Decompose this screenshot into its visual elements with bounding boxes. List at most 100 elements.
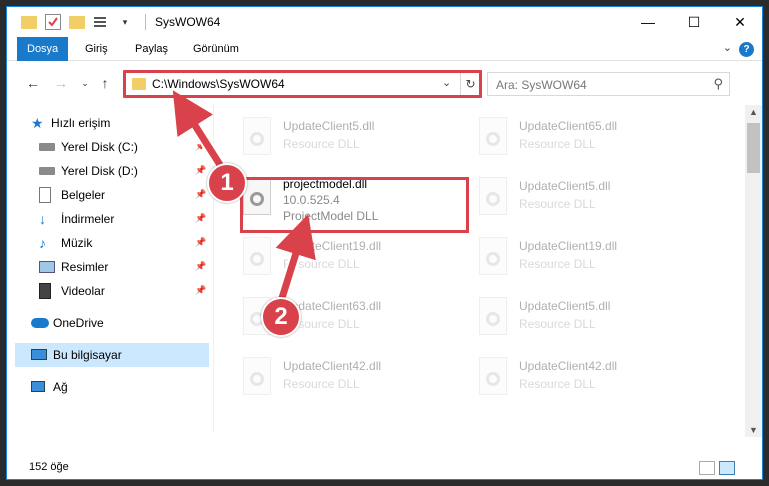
dll-file-icon xyxy=(243,237,271,275)
file-name: UpdateClient19.dll xyxy=(283,239,382,253)
sidebar-item-music[interactable]: ♪ Müzik 📌 xyxy=(7,231,209,255)
sidebar-item-this-pc[interactable]: Bu bilgisayar xyxy=(15,343,209,367)
pin-icon: 📌 xyxy=(195,213,207,223)
window-title: SysWOW64 xyxy=(155,15,221,29)
folder-icon xyxy=(21,16,37,29)
file-description: Resource DLL xyxy=(519,257,596,271)
dll-file-icon xyxy=(243,117,271,155)
tab-share[interactable]: Paylaş xyxy=(125,37,178,61)
file-name: UpdateClient42.dll xyxy=(519,359,618,373)
ribbon-expand-icon[interactable]: ⌄ xyxy=(723,41,732,54)
sidebar-item-pictures[interactable]: Resimler 📌 xyxy=(7,255,209,279)
navigation-pane: ★ Hızlı erişim Yerel Disk (C:) 📌 Yerel D… xyxy=(7,107,213,437)
scroll-up-icon[interactable]: ▲ xyxy=(749,107,758,117)
dll-file-icon xyxy=(479,177,507,215)
pictures-icon xyxy=(39,261,55,273)
tab-home[interactable]: Giriş xyxy=(75,37,118,61)
minimize-button[interactable]: — xyxy=(625,7,671,37)
file-item[interactable]: UpdateClient42.dll Resource DLL xyxy=(455,351,680,405)
close-button[interactable]: ✕ xyxy=(717,7,762,37)
status-bar: 152 öğe xyxy=(7,457,762,479)
item-count: 152 öğe xyxy=(29,461,69,473)
music-icon: ♪ xyxy=(39,235,46,251)
file-item[interactable]: UpdateClient63.dll Resource DLL xyxy=(219,291,444,345)
title-bar: ▾ SysWOW64 — ☐ ✕ xyxy=(7,7,762,37)
forward-arrow-icon[interactable]: → xyxy=(51,73,71,93)
sidebar-item-label: Bu bilgisayar xyxy=(53,348,122,362)
rename-icon[interactable] xyxy=(93,14,109,30)
navigation-bar: ← → ⌄ ↑ C:\Windows\SysWOW64 ⌄ ↻ Ara: Sys… xyxy=(7,69,762,99)
scroll-down-icon[interactable]: ▼ xyxy=(749,425,758,435)
properties-icon[interactable] xyxy=(45,14,61,30)
sidebar-item-network[interactable]: Ağ xyxy=(7,375,209,399)
recent-locations-icon[interactable]: ⌄ xyxy=(75,73,95,93)
file-description: Resource DLL xyxy=(283,377,360,391)
sidebar-item-quick-access[interactable]: ★ Hızlı erişim xyxy=(7,111,209,135)
sidebar-item-label: Videolar xyxy=(61,284,105,298)
file-name: UpdateClient19.dll xyxy=(519,239,618,253)
pin-icon: 📌 xyxy=(195,237,207,247)
pin-icon: 📌 xyxy=(195,261,207,271)
dll-file-icon xyxy=(479,117,507,155)
up-arrow-icon[interactable]: ↑ xyxy=(95,73,115,93)
vertical-scrollbar[interactable]: ▲ ▼ xyxy=(745,105,762,437)
pin-icon: 📌 xyxy=(195,141,207,151)
pin-icon: 📌 xyxy=(195,285,207,295)
sidebar-item-onedrive[interactable]: OneDrive xyxy=(7,311,209,335)
back-arrow-icon[interactable]: ← xyxy=(23,73,43,93)
tab-view[interactable]: Görünüm xyxy=(183,37,249,61)
download-icon: ↓ xyxy=(39,211,46,227)
file-description: Resource DLL xyxy=(519,137,596,151)
sidebar-item-label: Hızlı erişim xyxy=(51,116,111,130)
pin-icon: 📌 xyxy=(195,165,207,175)
maximize-button[interactable]: ☐ xyxy=(671,7,717,37)
address-highlight-box xyxy=(123,70,482,98)
title-separator xyxy=(145,14,146,30)
network-icon xyxy=(31,381,45,392)
sidebar-item-label: Resimler xyxy=(61,260,109,274)
sidebar-item-videos[interactable]: Videolar 📌 xyxy=(7,279,209,303)
file-item[interactable]: UpdateClient42.dll Resource DLL xyxy=(219,351,444,405)
help-icon[interactable]: ? xyxy=(739,42,754,57)
tab-file[interactable]: Dosya xyxy=(17,37,69,61)
explorer-window: ▾ SysWOW64 — ☐ ✕ Dosya Giriş Paylaş Görü… xyxy=(6,6,763,480)
documents-icon xyxy=(39,187,51,203)
dll-file-icon xyxy=(479,357,507,395)
file-item[interactable]: UpdateClient5.dll Resource DLL xyxy=(455,171,680,225)
step-badge-1: 1 xyxy=(207,163,247,203)
file-highlight-box xyxy=(240,177,469,233)
file-name: UpdateClient5.dll xyxy=(519,299,611,313)
sidebar-item-downloads[interactable]: ↓ İndirmeler 📌 xyxy=(7,207,209,231)
scroll-thumb[interactable] xyxy=(747,123,760,173)
pane-divider[interactable] xyxy=(213,103,214,433)
videos-icon xyxy=(39,283,51,299)
file-name: UpdateClient65.dll xyxy=(519,119,618,133)
sidebar-item-label: Ağ xyxy=(53,380,68,394)
search-icon[interactable]: ⚲ xyxy=(713,76,723,92)
new-folder-icon[interactable] xyxy=(69,16,85,29)
file-description: Resource DLL xyxy=(519,197,596,211)
details-view-icon[interactable] xyxy=(699,461,715,475)
dll-file-icon xyxy=(479,297,507,335)
file-item[interactable]: UpdateClient19.dll Resource DLL xyxy=(455,231,680,285)
cloud-icon xyxy=(31,318,49,328)
sidebar-item-label: Yerel Disk (C:) xyxy=(61,140,138,154)
file-item[interactable]: UpdateClient19.dll Resource DLL xyxy=(219,231,444,285)
file-item[interactable]: UpdateClient5.dll Resource DLL xyxy=(455,291,680,345)
search-box[interactable]: Ara: SysWOW64 ⚲ xyxy=(487,72,730,96)
file-name: UpdateClient5.dll xyxy=(283,119,375,133)
tiles-view-icon[interactable] xyxy=(719,461,735,475)
sidebar-item-label: OneDrive xyxy=(53,316,104,330)
sidebar-item-disk-d[interactable]: Yerel Disk (D:) 📌 xyxy=(7,159,209,183)
file-name: UpdateClient42.dll xyxy=(283,359,382,373)
file-item[interactable]: UpdateClient5.dll Resource DLL xyxy=(219,111,444,165)
file-description: Resource DLL xyxy=(519,377,596,391)
sidebar-item-label: Yerel Disk (D:) xyxy=(61,164,138,178)
dll-file-icon xyxy=(243,357,271,395)
quick-access-dropdown-icon[interactable]: ▾ xyxy=(117,14,133,30)
file-item[interactable]: UpdateClient65.dll Resource DLL xyxy=(455,111,680,165)
file-name: UpdateClient5.dll xyxy=(519,179,611,193)
search-input[interactable]: Ara: SysWOW64 xyxy=(496,78,587,92)
sidebar-item-disk-c[interactable]: Yerel Disk (C:) 📌 xyxy=(7,135,209,159)
sidebar-item-documents[interactable]: Belgeler 📌 xyxy=(7,183,209,207)
